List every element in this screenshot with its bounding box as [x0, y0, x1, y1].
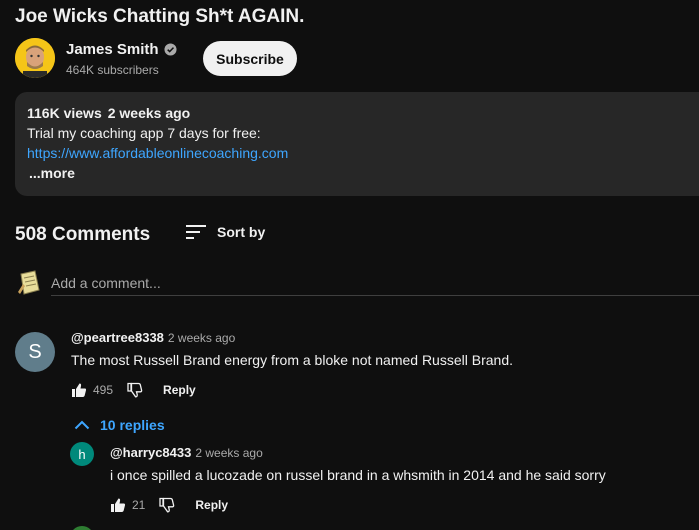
- reply-avatar[interactable]: h: [70, 442, 94, 466]
- description-stats: 116K views 2 weeks ago: [27, 105, 190, 121]
- channel-avatar-image: [15, 38, 55, 78]
- sort-by-label: Sort by: [217, 224, 266, 240]
- user-avatar-icon: [18, 270, 40, 295]
- description-box[interactable]: 116K views 2 weeks ago Trial my coaching …: [15, 92, 699, 196]
- thumb-down-icon[interactable]: [159, 497, 175, 513]
- reply-author[interactable]: @harryc8433: [110, 445, 191, 460]
- show-more-button[interactable]: ...more: [29, 165, 75, 181]
- reply-time[interactable]: 2 weeks ago: [195, 446, 262, 460]
- view-count: 116K views: [27, 105, 102, 121]
- comment-avatar[interactable]: S: [15, 332, 55, 372]
- chevron-up-icon: [74, 420, 90, 430]
- replies-toggle-button[interactable]: 10 replies: [74, 414, 165, 436]
- video-title: Joe Wicks Chatting Sh*t AGAIN.: [15, 6, 305, 27]
- replies-count: 10 replies: [100, 417, 165, 433]
- description-text: Trial my coaching app 7 days for free:: [27, 125, 261, 141]
- reply-button[interactable]: Reply: [163, 383, 196, 397]
- description-link[interactable]: https://www.affordableonlinecoaching.com: [27, 145, 288, 161]
- comments-count: 508 Comments: [15, 224, 151, 245]
- add-comment-row: [15, 268, 699, 298]
- comment-header: @peartree8338 2 weeks ago: [71, 330, 235, 345]
- subscribe-button[interactable]: Subscribe: [203, 41, 297, 76]
- add-comment-input[interactable]: [51, 270, 699, 296]
- next-reply-avatar[interactable]: [70, 526, 94, 530]
- comment-thread: S @peartree8338 2 weeks ago The most Russ…: [15, 328, 699, 408]
- comment-author[interactable]: @peartree8338: [71, 330, 164, 345]
- thumb-down-icon[interactable]: [127, 382, 143, 398]
- verified-icon: [164, 43, 177, 56]
- reply-avatar-letter: h: [78, 446, 86, 462]
- like-count: 21: [132, 498, 146, 512]
- thumb-up-icon[interactable]: [110, 497, 126, 513]
- reply-actions: 21 Reply: [110, 493, 228, 517]
- channel-name-text[interactable]: James Smith: [66, 41, 159, 58]
- reply-comment: h @harryc8433 2 weeks ago i once spilled …: [70, 442, 699, 522]
- comment-time[interactable]: 2 weeks ago: [168, 331, 235, 345]
- sort-by-button[interactable]: Sort by: [185, 220, 265, 244]
- thumb-up-icon[interactable]: [71, 382, 87, 398]
- channel-name[interactable]: James Smith: [66, 41, 177, 58]
- comment-actions: 495 Reply: [71, 378, 196, 402]
- comment-avatar-letter: S: [28, 340, 42, 363]
- reply-button[interactable]: Reply: [195, 498, 228, 512]
- reply-header: @harryc8433 2 weeks ago: [110, 445, 263, 460]
- reply-text: i once spilled a lucozade on russel bran…: [110, 467, 606, 483]
- sort-icon: [186, 225, 206, 239]
- subscriber-count: 464K subscribers: [66, 63, 159, 77]
- channel-avatar[interactable]: [15, 38, 55, 78]
- upload-date: 2 weeks ago: [107, 105, 191, 121]
- like-count: 495: [93, 383, 114, 397]
- comment-text: The most Russell Brand energy from a blo…: [71, 352, 513, 368]
